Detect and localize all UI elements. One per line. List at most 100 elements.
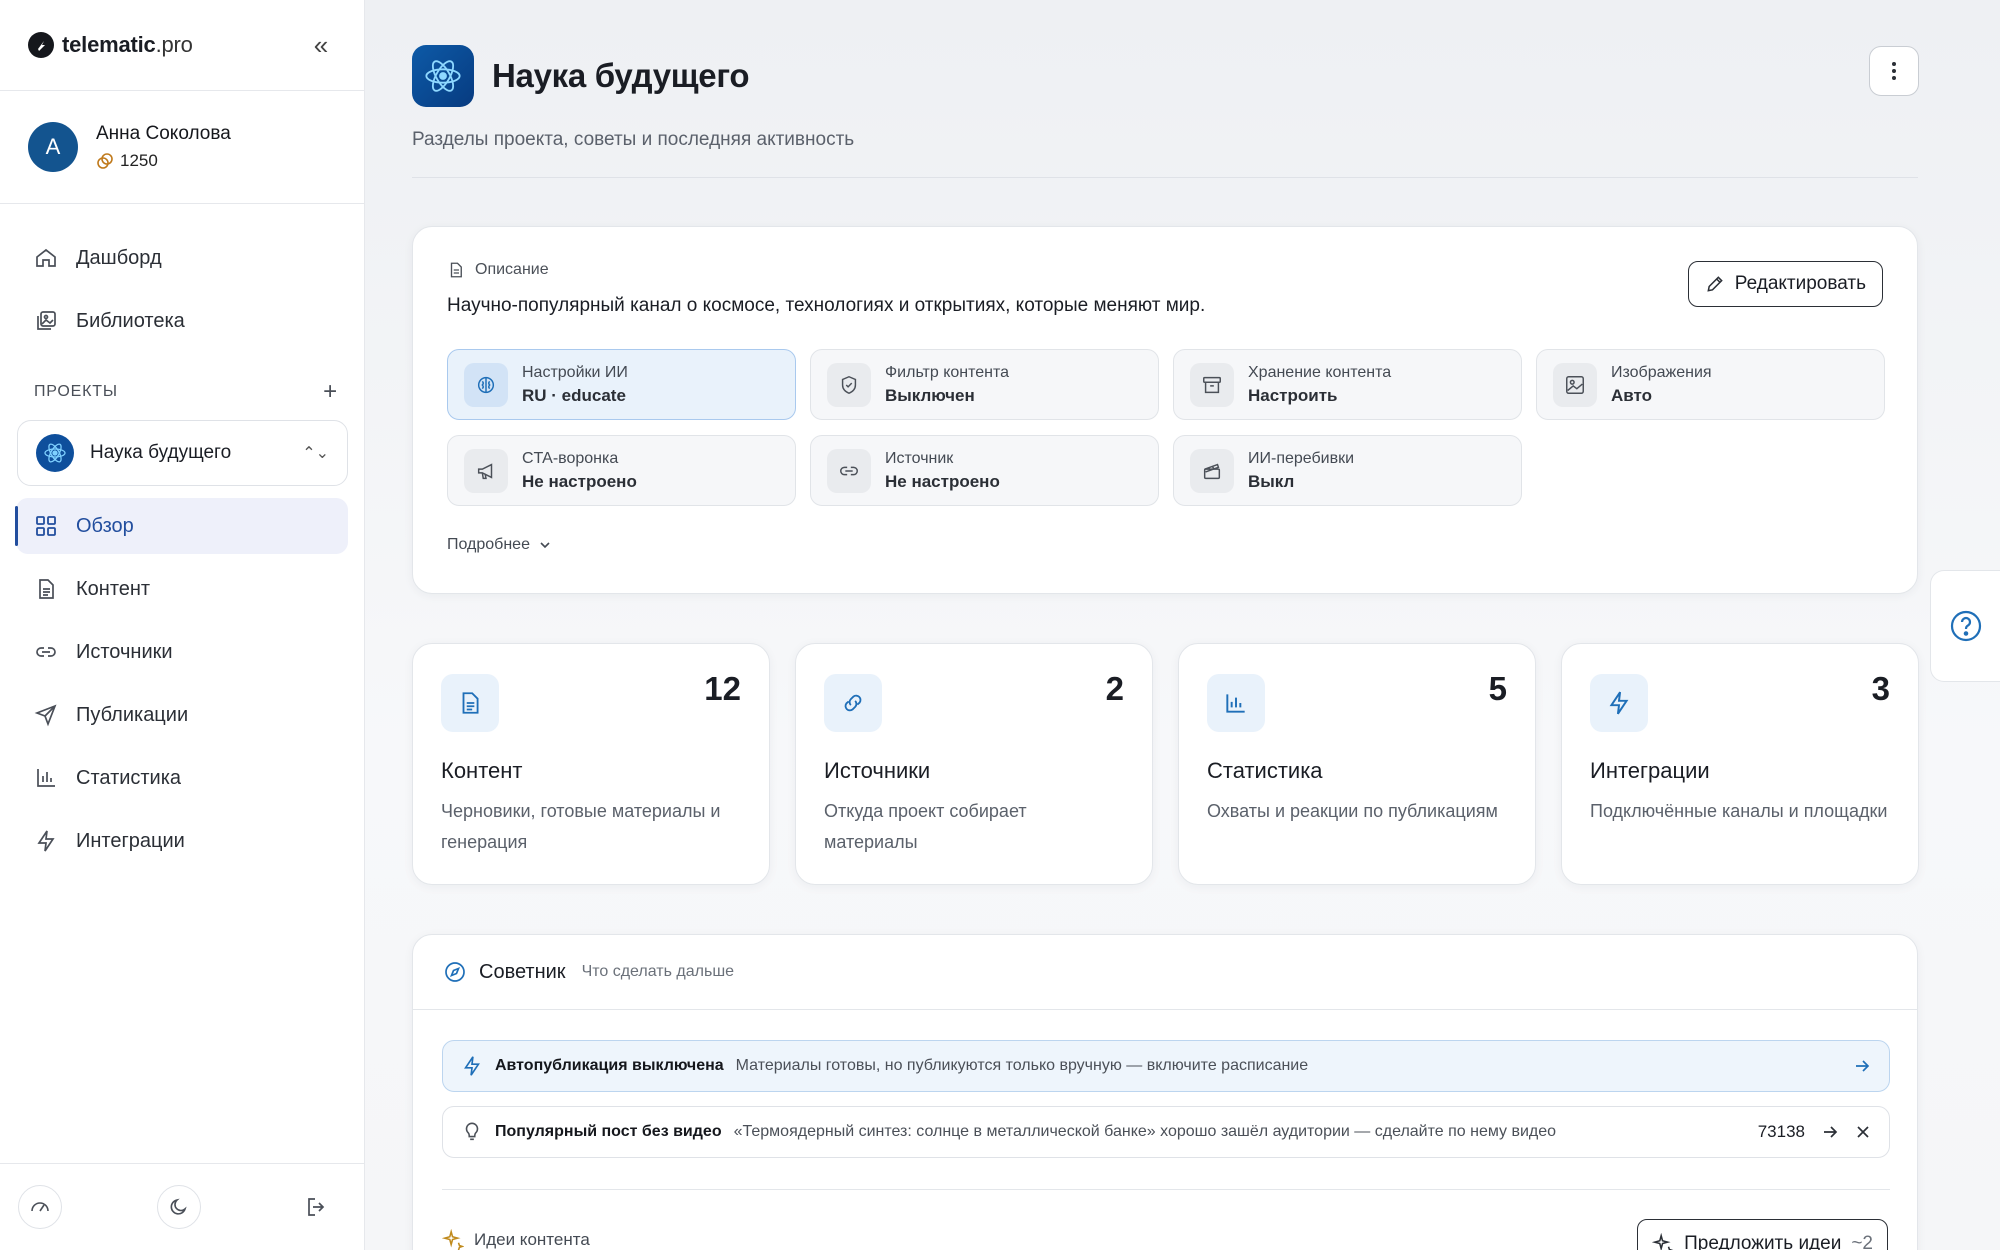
content-ideas-label: Идеи контента <box>442 1229 590 1250</box>
brand-logo-link[interactable]: telematic.pro <box>28 32 193 58</box>
nav-item-integrations[interactable]: Интеграции <box>16 813 348 869</box>
stat-desc: Откуда проект собирает материалы <box>824 801 1027 852</box>
current-project-name: Наука будущего <box>90 442 232 463</box>
main-content: Наука будущего Разделы проекта, советы и… <box>365 0 2000 1250</box>
projects-heading: ПРОЕКТЫ + <box>34 378 338 406</box>
link-icon <box>36 647 56 657</box>
sparkles-icon <box>1652 1233 1674 1250</box>
tip-title: Автопубликация выключена <box>495 1057 724 1074</box>
user-name: Анна Соколова <box>96 123 231 144</box>
grid-icon <box>36 516 56 536</box>
project-selector[interactable]: Наука будущего ⌃⌄ <box>17 420 348 486</box>
advisor-title: Советник <box>479 960 566 983</box>
tip-message: Материалы готовы, но публикуются только … <box>735 1057 1309 1074</box>
description-card: Описание Научно-популярный канал о космо… <box>412 226 1918 594</box>
stat-card-content[interactable]: 12 Контент Черновики, готовые материалы … <box>412 643 770 885</box>
megaphone-icon <box>464 448 508 493</box>
image-icon <box>1553 362 1597 407</box>
setting-content-filter[interactable]: Фильтр контента Выключен <box>810 349 1159 420</box>
brand-logo-icon <box>28 32 54 58</box>
bolt-icon <box>37 830 55 852</box>
close-icon[interactable] <box>1855 1124 1871 1140</box>
settings-grid: Настройки ИИ RU · educate Фильтр контента… <box>447 349 1885 506</box>
stat-count: 3 <box>1871 670 1890 707</box>
nav-item-library[interactable]: Библиотека <box>16 293 348 349</box>
lightbulb-icon <box>465 1122 479 1141</box>
bar-chart-icon <box>37 769 55 787</box>
collapse-sidebar-icon[interactable]: « <box>306 30 336 61</box>
arrow-right-icon[interactable] <box>1821 1123 1839 1141</box>
bolt-icon <box>464 1056 480 1076</box>
pencil-icon <box>1707 276 1723 292</box>
link-icon <box>827 448 871 493</box>
nav-item-content[interactable]: Контент <box>16 561 348 617</box>
setting-content-storage[interactable]: Хранение контента Настроить <box>1173 349 1522 420</box>
atom-icon <box>36 434 74 472</box>
user-profile[interactable]: A Анна Соколова 1250 <box>0 91 364 204</box>
tip-popular-post[interactable]: Популярный пост без видео «Термоядерный … <box>442 1106 1890 1158</box>
logout-button[interactable] <box>295 1185 339 1229</box>
theme-toggle-button[interactable] <box>156 1185 201 1229</box>
nav-item-statistics[interactable]: Статистика <box>16 750 348 806</box>
setting-cta-funnel[interactable]: CTA-воронка Не настроено <box>447 435 796 506</box>
help-button[interactable] <box>1930 570 2000 682</box>
stat-count: 5 <box>1488 670 1507 707</box>
advisor-divider <box>442 1189 1890 1190</box>
avatar: A <box>28 122 78 172</box>
gauge-icon <box>31 1202 49 1212</box>
coins-icon <box>97 153 113 169</box>
send-icon <box>34 704 57 727</box>
brain-icon <box>464 362 508 407</box>
document-icon <box>441 674 499 732</box>
page-subtitle: Разделы проекта, советы и последняя акти… <box>412 129 855 150</box>
setting-ai[interactable]: Настройки ИИ RU · educate <box>447 349 796 420</box>
advisor-subtitle: Что сделать дальше <box>581 963 735 980</box>
stat-desc: Черновики, готовые материалы и генерация <box>441 801 721 852</box>
page-header: Наука будущего Разделы проекта, советы и… <box>412 45 1918 151</box>
project-nav: Обзор Контент Источники Публикации Стати… <box>0 486 364 869</box>
stat-card-sources[interactable]: 2 Источники Откуда проект собирает матер… <box>795 643 1153 885</box>
edit-button[interactable]: Редактировать <box>1687 261 1883 307</box>
suggest-ideas-button[interactable]: Предложить идеи ~2 <box>1637 1219 1888 1250</box>
setting-ai-cutaways[interactable]: ИИ-перебивки Выкл <box>1173 435 1522 506</box>
more-details-toggle[interactable]: Подробнее <box>447 536 1883 554</box>
stat-title: Статистика <box>1207 758 1323 783</box>
chevron-updown-icon: ⌃⌄ <box>302 445 329 462</box>
sidebar: telematic.pro « A Анна Соколова 1250 Даш… <box>0 0 365 1250</box>
tip-autopublish[interactable]: Автопубликация выключена Материалы готов… <box>442 1040 1890 1092</box>
stat-title: Интеграции <box>1590 758 1710 783</box>
header-divider <box>412 177 1918 178</box>
chevron-down-icon <box>540 542 550 549</box>
setting-images[interactable]: Изображения Авто <box>1536 349 1885 420</box>
stat-card-statistics[interactable]: 5 Статистика Охваты и реакции по публика… <box>1178 643 1536 885</box>
tip-message: «Термоядерный синтез: солнце в металличе… <box>733 1123 1557 1140</box>
bar-chart-icon <box>1207 674 1265 732</box>
stat-card-integrations[interactable]: 3 Интеграции Подключённые каналы и площа… <box>1561 643 1919 885</box>
kebab-icon <box>1892 62 1896 80</box>
description-label: Описание <box>447 261 1883 279</box>
sparkles-icon <box>442 1229 464 1250</box>
main-nav: Дашборд Библиотека <box>0 204 364 349</box>
nav-item-dashboard[interactable]: Дашборд <box>16 230 348 286</box>
speed-button[interactable] <box>18 1185 62 1229</box>
help-icon <box>1950 610 1981 642</box>
moon-icon <box>170 1198 187 1215</box>
nav-item-publications[interactable]: Публикации <box>16 687 348 743</box>
nav-item-sources[interactable]: Источники <box>16 624 348 680</box>
link-icon <box>824 674 882 732</box>
shield-icon <box>827 362 871 407</box>
more-options-button[interactable] <box>1869 46 1919 96</box>
tip-number: 73138 <box>1757 1122 1805 1141</box>
advisor-card: Советник Что сделать дальше Автопубликац… <box>412 934 1918 1250</box>
compass-icon <box>445 962 465 982</box>
clapper-icon <box>1190 448 1234 493</box>
arrow-right-icon[interactable] <box>1853 1057 1871 1075</box>
stat-title: Контент <box>441 758 523 783</box>
add-project-icon[interactable]: + <box>323 378 338 406</box>
nav-item-overview[interactable]: Обзор <box>15 498 348 554</box>
advisor-header: Советник Что сделать дальше <box>413 935 1917 1010</box>
brand-name: telematic.pro <box>62 32 193 57</box>
stat-desc: Охваты и реакции по публикациям <box>1207 801 1498 821</box>
setting-source[interactable]: Источник Не настроено <box>810 435 1159 506</box>
logout-icon <box>308 1198 325 1216</box>
